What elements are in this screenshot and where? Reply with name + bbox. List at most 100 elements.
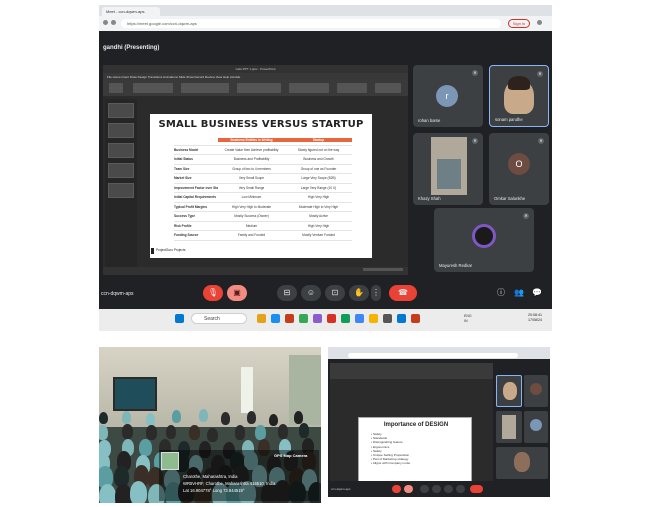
participant-tile[interactable] [496, 375, 522, 407]
ribbon-paste-icon [109, 83, 123, 93]
back-icon[interactable] [103, 20, 108, 25]
participant-tile[interactable]: r ✕ rohan barse [413, 65, 483, 127]
avatar [502, 415, 516, 439]
emoji-button[interactable]: ☺ [301, 285, 321, 301]
emoji-button[interactable] [432, 485, 441, 493]
raise-hand-button[interactable] [456, 485, 465, 493]
student [99, 411, 108, 425]
powerpoint-icon[interactable] [285, 314, 294, 323]
table-cell: Family and Funded [237, 233, 266, 238]
leave-call-button[interactable] [470, 485, 483, 493]
app-icon[interactable] [383, 314, 392, 323]
zoom-slider [363, 268, 403, 271]
address-bar[interactable] [348, 353, 518, 358]
student [294, 411, 304, 424]
file-explorer-icon[interactable] [257, 314, 266, 323]
app-icon[interactable] [369, 314, 378, 323]
browser-menu-icon[interactable] [537, 20, 542, 25]
table-cell: Very Small Scope [238, 176, 265, 181]
mic-off-button[interactable] [392, 485, 401, 493]
camera-off-button[interactable]: ▣ [227, 285, 247, 301]
student [255, 425, 266, 440]
meet-screenshot-top: Meet - ccn-dqwm-aps https://meet.google.… [99, 5, 552, 331]
classroom-photo: GPS Map Camera Charothe, Maharashtra, In… [99, 347, 321, 503]
info-icon[interactable]: ⓘ [495, 287, 507, 299]
captions-button[interactable] [420, 485, 429, 493]
student [122, 424, 133, 440]
participant-tile[interactable]: O ✕ Omkar Salunkhe [489, 133, 549, 205]
participant-name: sonam pandhe [495, 117, 523, 122]
edge-icon[interactable] [271, 314, 280, 323]
avatar [530, 383, 542, 395]
camera-off-button[interactable] [404, 485, 413, 493]
leave-call-button[interactable]: ☎ [389, 285, 417, 301]
table-cell: Group of two to 4 members [232, 166, 271, 171]
meet-header [99, 31, 552, 63]
slide-title: SMALL BUSINESS VERSUS STARTUP [158, 119, 364, 130]
chat-icon[interactable]: 💬 [531, 287, 543, 299]
avatar [472, 224, 496, 248]
participant-tile[interactable]: ✕ Khazy Shah [413, 133, 483, 205]
avatar [530, 419, 542, 431]
table-cell: Improvement Factor over State of the Art [174, 185, 218, 190]
more-options-button[interactable]: ⋮ [371, 285, 381, 301]
chrome-icon[interactable] [299, 314, 308, 323]
app-icon[interactable] [327, 314, 336, 323]
participant-tile[interactable] [496, 447, 548, 479]
participant-tile[interactable] [524, 411, 548, 443]
participant-name: Omkar Salunkhe [494, 196, 526, 201]
student [146, 425, 157, 441]
slide-footer: ProjectGuru Projects [156, 248, 186, 252]
table-cell: Risk Profile [174, 223, 192, 228]
slide: SMALL BUSINESS VERSUS STARTUP Business E… [150, 114, 372, 258]
table-cell: High Very High [307, 223, 330, 228]
app-icon[interactable] [341, 314, 350, 323]
table-row: Initial Status Business and Profitability… [174, 155, 352, 165]
people-icon[interactable]: 👥 [513, 287, 525, 299]
present-button[interactable]: ⊡ [325, 285, 345, 301]
ribbon-paragraph-group [237, 83, 281, 93]
present-button[interactable] [444, 485, 453, 493]
meet-screenshot-small: Importance of DESIGN Safety Standards Di… [328, 347, 550, 497]
participant-tile[interactable]: ✕ sonam pandhe [489, 65, 549, 127]
reload-icon[interactable] [111, 20, 116, 25]
ribbon-designer-icon [375, 83, 401, 93]
gps-line: Lat 16.904778° Long 73.844519° [183, 488, 245, 493]
student [268, 413, 278, 427]
app-icon[interactable] [411, 314, 420, 323]
ribbon-font-group [181, 83, 229, 93]
mic-off-icon: ✕ [472, 138, 478, 144]
table-header: Business Entities in Writing [218, 138, 285, 143]
start-icon[interactable] [175, 314, 184, 323]
app-icon[interactable] [397, 314, 406, 323]
participant-tile[interactable]: ✕ Mayuresh Redkar [434, 208, 534, 272]
taskbar-search[interactable]: Search [191, 313, 247, 324]
logo-icon [151, 248, 154, 254]
presenter-label: gandhi (Presenting) [103, 45, 160, 51]
browser-tab[interactable]: Meet - ccn-dqwm-aps [102, 7, 160, 16]
app-icon[interactable] [355, 314, 364, 323]
avatar: O [508, 153, 530, 175]
sign-in-button[interactable]: Sign in [508, 19, 530, 28]
table-header: Startup [285, 138, 352, 143]
table-cell: Funding Source [174, 233, 199, 238]
table-cell: Team Size [174, 166, 190, 171]
address-bar[interactable]: https://meet.google.com/ccn-dqwm-aps [121, 19, 501, 28]
slide-thumbnail [108, 123, 134, 138]
map-thumbnail [161, 452, 179, 470]
table-cell: Medium [245, 223, 258, 228]
app-icon[interactable] [313, 314, 322, 323]
participant-tile[interactable] [524, 375, 548, 407]
participant-tile[interactable] [496, 411, 522, 443]
ribbon-slides-group [133, 83, 173, 93]
student [130, 481, 148, 503]
ribbon-editing-group [337, 83, 367, 93]
student [122, 411, 132, 424]
ribbon-drawing-group [289, 83, 329, 93]
captions-button[interactable]: ⊟ [277, 285, 297, 301]
raise-hand-button[interactable]: ✋ [349, 285, 369, 301]
table-cell: Create Value then Achieve profitability [224, 147, 279, 152]
table-row: Market Size Very Small Scope Large Very Sc… [174, 174, 352, 184]
mic-off-button[interactable]: 🎙 [203, 285, 223, 301]
mic-off-icon: ✕ [538, 138, 544, 144]
